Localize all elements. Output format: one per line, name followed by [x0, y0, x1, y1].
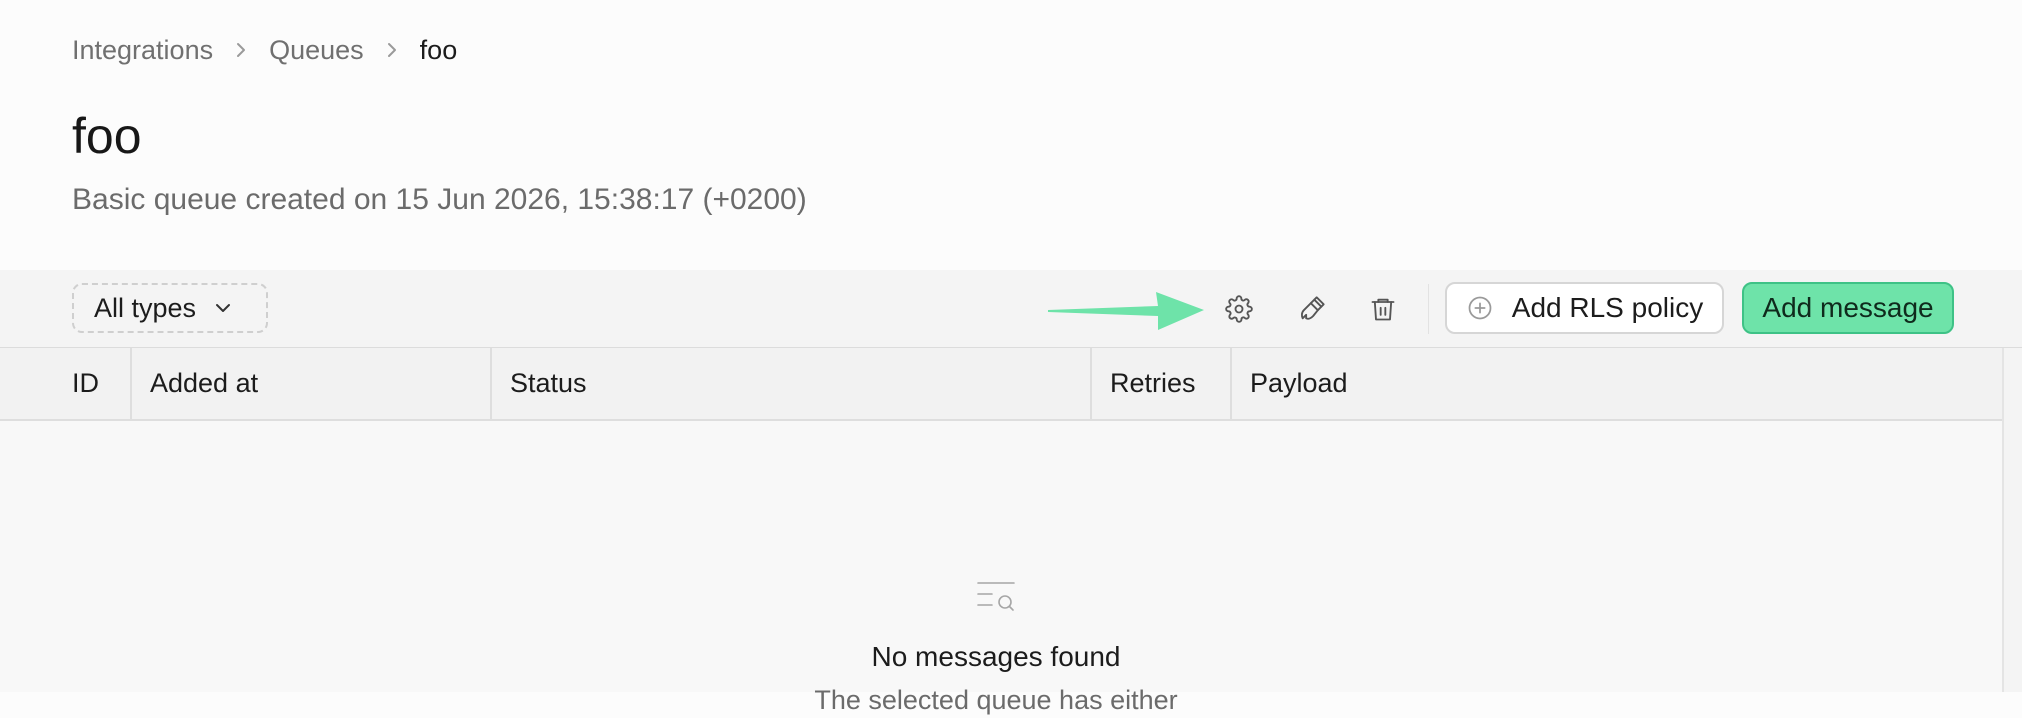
type-filter-dropdown[interactable]: All types — [72, 283, 268, 333]
chevron-right-icon — [235, 41, 247, 59]
column-header-retries[interactable]: Retries — [1092, 348, 1232, 419]
search-list-icon — [977, 582, 1015, 611]
gear-icon — [1225, 295, 1253, 323]
column-header-payload[interactable]: Payload — [1232, 348, 2002, 419]
add-rls-policy-button[interactable]: Add RLS policy — [1445, 282, 1724, 334]
breadcrumb-integrations[interactable]: Integrations — [72, 35, 213, 66]
add-message-label: Add message — [1762, 292, 1934, 323]
trash-icon — [1371, 298, 1395, 321]
purge-queue-button[interactable] — [1293, 290, 1331, 328]
column-header-id[interactable]: ID — [54, 348, 132, 419]
empty-state-title: No messages found — [871, 641, 1121, 672]
toolbar: All types Add RLS policy Add message — [0, 270, 2022, 348]
queue-settings-button[interactable] — [1220, 290, 1258, 328]
table-scrollbar[interactable] — [2002, 348, 2022, 692]
add-message-button[interactable]: Add message — [1742, 282, 1954, 334]
breadcrumb-queues[interactable]: Queues — [269, 35, 364, 66]
delete-queue-button[interactable] — [1364, 290, 1402, 328]
table-header: ID Added at Status Retries Payload — [0, 348, 2002, 421]
breadcrumb: Integrations Queues foo — [72, 30, 457, 70]
column-header-added-at[interactable]: Added at — [132, 348, 492, 419]
toolbar-divider — [1428, 284, 1429, 334]
breadcrumb-current: foo — [419, 34, 458, 65]
page-header: Integrations Queues foo foo Basic queue … — [0, 0, 2022, 270]
paintbrush-icon — [1300, 296, 1325, 320]
type-filter-label: All types — [94, 292, 197, 323]
plus-circle-icon — [1466, 294, 1494, 322]
empty-state-subtitle: The selected queue has either — [814, 685, 1178, 715]
page-subtitle: Basic queue created on 15 Jun 2026, 15:3… — [72, 183, 807, 216]
column-header-status[interactable]: Status — [492, 348, 1092, 419]
page-title: foo — [72, 108, 142, 164]
add-rls-policy-label: Add RLS policy — [1511, 292, 1704, 323]
annotation-arrow-icon — [1048, 292, 1204, 330]
chevron-down-icon — [214, 302, 232, 314]
chevron-right-icon — [386, 41, 398, 59]
